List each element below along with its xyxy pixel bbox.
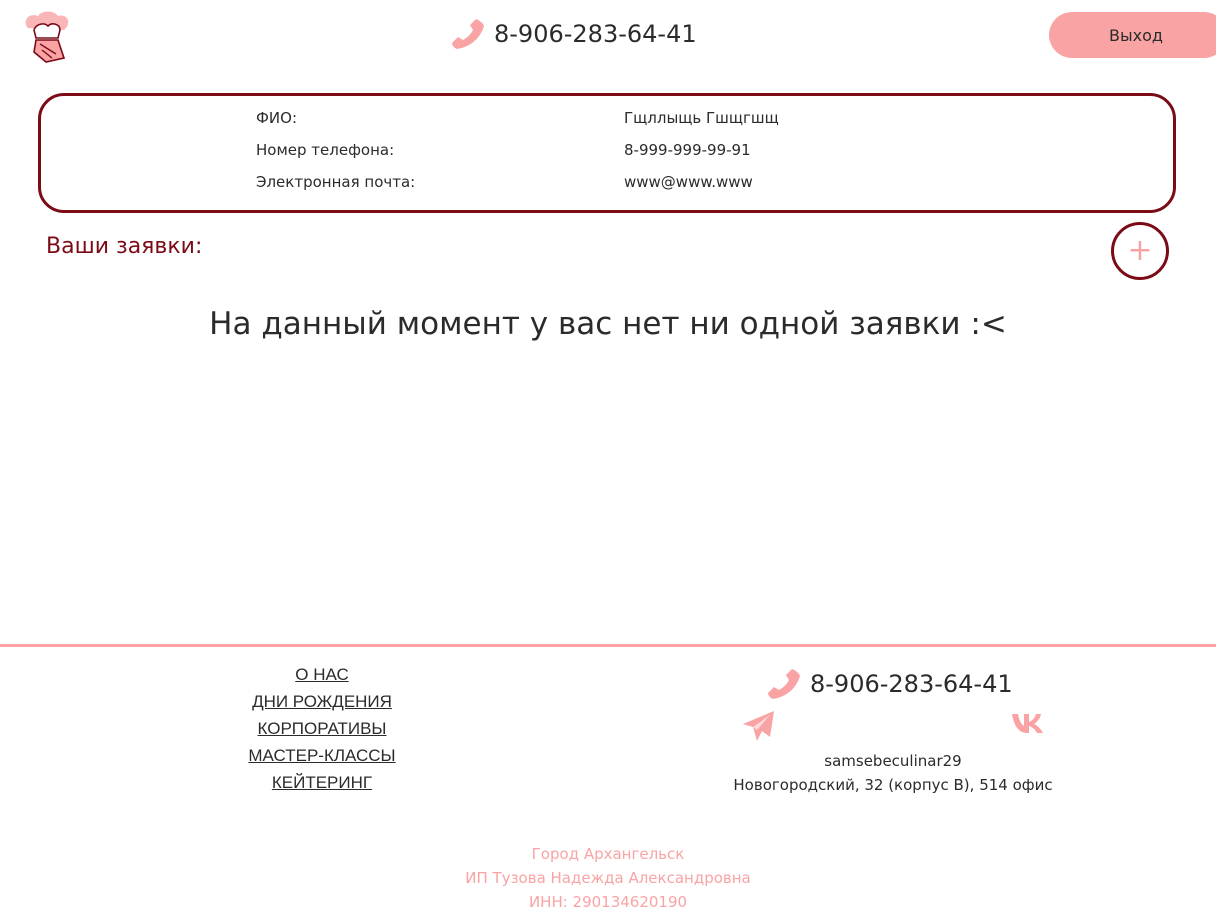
footer-link-birthdays[interactable]: ДНИ РОЖДЕНИЯ [252, 691, 392, 718]
footer-link-masterclasses[interactable]: МАСТЕР-КЛАССЫ [248, 745, 395, 772]
logout-button[interactable]: Выход [1049, 12, 1216, 58]
profile-label: ФИО: [256, 109, 297, 127]
profile-value: 8-999-999-99-91 [624, 141, 751, 159]
footer-city: Город Архангельск [531, 845, 685, 863]
orders-title: Ваши заявки: [46, 234, 203, 259]
profile-label: Электронная почта: [256, 173, 416, 191]
vk-icon[interactable] [1011, 710, 1045, 736]
profile-row-email: Электронная почта: www@www.www [256, 173, 1136, 197]
chef-logo-icon[interactable] [20, 10, 74, 64]
profile-value: Гщллыщь Гшщгшщ [624, 109, 779, 127]
plus-icon: + [1127, 233, 1153, 268]
address: Новогородский, 32 (корпус В), 514 офис [733, 776, 1053, 794]
telegram-icon[interactable] [742, 710, 776, 742]
header-phone[interactable]: 8-906-283-64-41 [452, 16, 697, 52]
social-handle: samsebeculinar29 [824, 752, 962, 770]
footer-divider [0, 644, 1216, 647]
phone-icon [768, 667, 802, 701]
add-order-button[interactable]: + [1111, 222, 1169, 280]
profile-row-name: ФИО: Гщллыщь Гшщгшщ [256, 109, 1136, 133]
phone-icon [452, 17, 486, 51]
profile-card: ФИО: Гщллыщь Гшщгшщ Номер телефона: 8-99… [38, 93, 1176, 213]
footer-link-catering[interactable]: КЕЙТЕРИНГ [272, 772, 372, 799]
profile-label: Номер телефона: [256, 141, 395, 159]
footer-phone[interactable]: 8-906-283-64-41 [768, 666, 1013, 702]
footer-inn: ИНН: 290134620190 [528, 893, 688, 911]
empty-orders-message: На данный момент у вас нет ни одной заяв… [209, 306, 1007, 342]
profile-row-phone: Номер телефона: 8-999-999-99-91 [256, 141, 1136, 165]
footer-entrepreneur: ИП Тузова Надежда Александровна [465, 869, 751, 887]
profile-value: www@www.www [624, 173, 753, 191]
header-phone-number: 8-906-283-64-41 [494, 20, 697, 48]
footer-nav: О НАС ДНИ РОЖДЕНИЯ КОРПОРАТИВЫ МАСТЕР-КЛ… [222, 664, 422, 799]
footer-phone-number: 8-906-283-64-41 [810, 670, 1013, 698]
footer-link-corporate[interactable]: КОРПОРАТИВЫ [258, 718, 387, 745]
footer-link-about[interactable]: О НАС [295, 664, 348, 691]
